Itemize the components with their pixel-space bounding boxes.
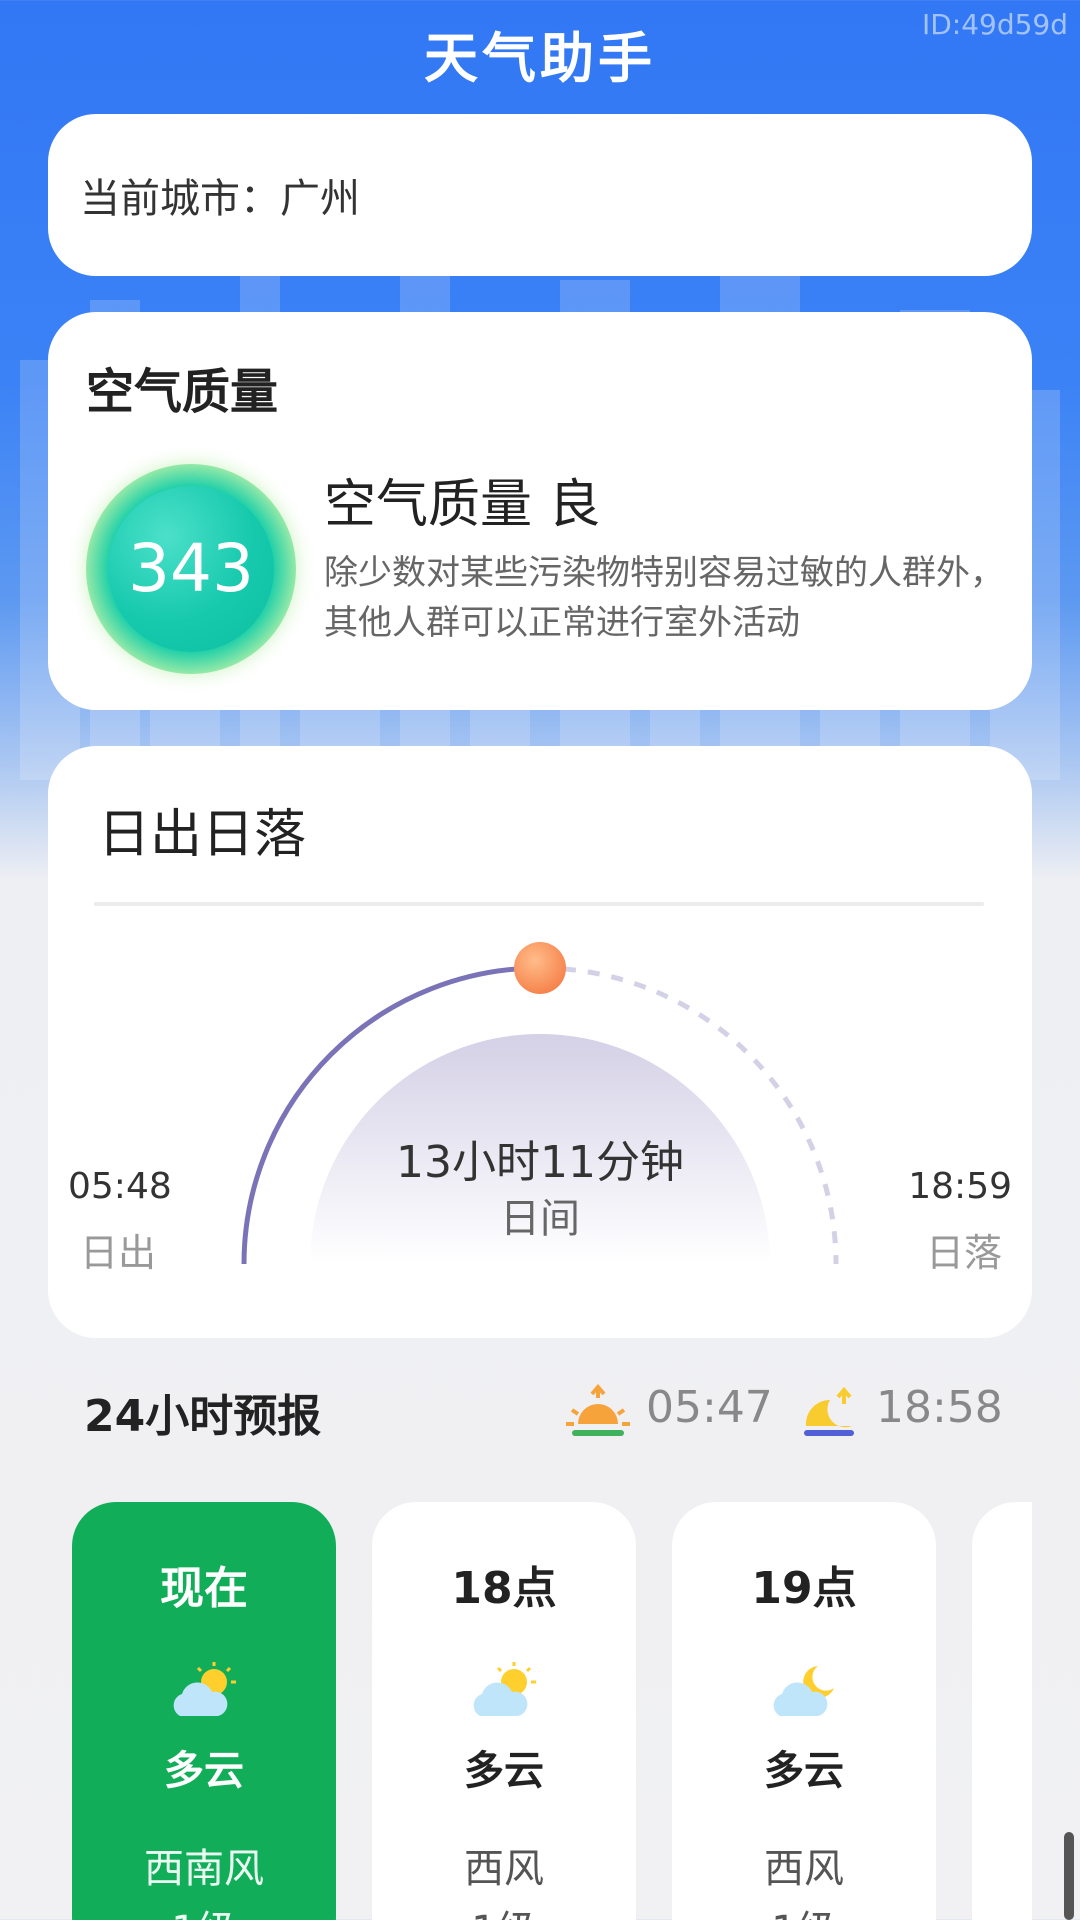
sun-arc-diagram <box>241 942 839 1265</box>
hourly-forecast-card[interactable]: 19点 多云 西风 1级 <box>672 1502 936 1920</box>
forecast-sunset-time: 18:58 <box>876 1382 1003 1433</box>
sunrise-sunset-card: 日出日落 13小时11分钟 日间 05:48 日出 18:59 日落 <box>48 746 1032 1338</box>
sunset-time: 18:59 <box>908 1166 1012 1207</box>
sunset-label: 日落 <box>925 1231 1002 1275</box>
hour-wind-level: 1级 <box>72 1898 336 1920</box>
hour-condition: 多云 <box>164 1748 244 1794</box>
app-title: 天气助手 <box>424 27 656 90</box>
hourly-forecast-card[interactable]: 18点 多云 西风 1级 <box>372 1502 636 1920</box>
partly-cloudy-day-icon <box>473 1662 536 1716</box>
forecast-title: 24小时预报 <box>84 1391 322 1442</box>
sun-position-marker <box>514 942 566 994</box>
aqi-value: 343 <box>128 530 254 607</box>
aqi-gauge: 343 <box>86 464 296 674</box>
scrollbar[interactable] <box>1064 1832 1074 1920</box>
hourly-forecast-card[interactable]: 现在 多云 西南风 1级 <box>72 1502 336 1920</box>
hour-condition: 多云 <box>464 1748 544 1794</box>
hour-wind: 西南风 <box>144 1846 264 1892</box>
day-label: 日间 <box>500 1196 580 1242</box>
current-city-label: 当前城市：广州 <box>80 176 360 222</box>
aqi-level: 空气质量 良 <box>324 475 601 535</box>
air-quality-card: 空气质量 343 空气质量 良 除少数对某些污染物特别容易过敏的人群外，其他人群… <box>48 312 1032 710</box>
city-card[interactable]: 当前城市：广州 <box>48 114 1032 276</box>
hour-condition: 多云 <box>764 1748 844 1794</box>
hour-wind: 西风 <box>464 1846 544 1892</box>
sunrise-icon <box>566 1384 630 1436</box>
hour-time: 19点 <box>751 1563 857 1614</box>
sunset-moon-icon <box>804 1386 854 1436</box>
id-tag: ID:49d59d <box>921 8 1068 41</box>
air-quality-title: 空气质量 <box>86 364 279 420</box>
aqi-description: 除少数对某些污染物特别容易过敏的人群外，其他人群可以正常进行室外活动 <box>324 553 1004 643</box>
hour-wind-level: 1级 <box>372 1898 636 1920</box>
hour-wind-level: 1级 <box>672 1898 936 1920</box>
partly-cloudy-day-icon <box>173 1662 236 1716</box>
hour-time: 18点 <box>451 1563 557 1614</box>
partly-cloudy-night-icon <box>773 1666 834 1716</box>
sunrise-label: 日出 <box>80 1231 157 1275</box>
hourly-forecast-card-partial[interactable] <box>972 1502 1032 1920</box>
day-length: 13小时11分钟 <box>396 1137 684 1188</box>
sunrise-time: 05:48 <box>68 1166 172 1207</box>
hour-wind: 西风 <box>764 1846 844 1892</box>
hour-time: 现在 <box>160 1563 248 1614</box>
forecast-sunrise-time: 05:47 <box>646 1382 773 1433</box>
